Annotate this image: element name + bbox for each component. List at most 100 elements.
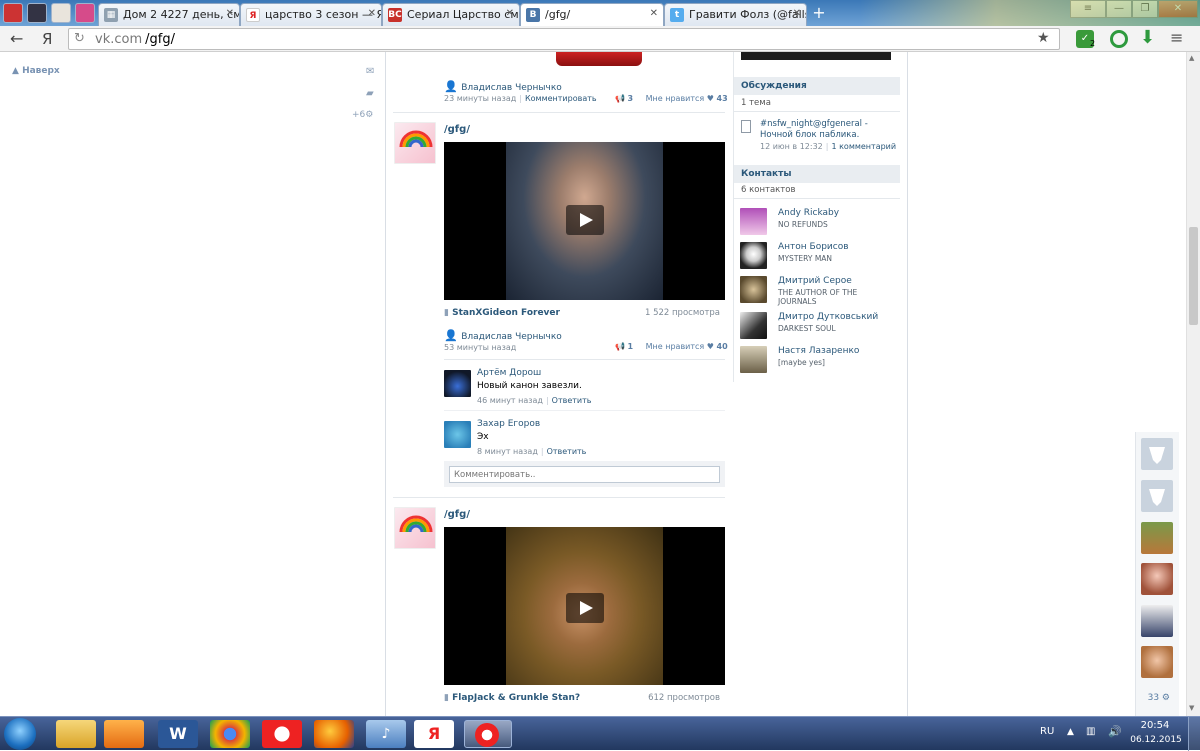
contact-item[interactable]: Дмитрий Серое THE AUTHOR OF THE JOURNALS xyxy=(740,276,900,310)
browser-tab-strip: ▦ Дом 2 4227 день, смо ✕ Я царство 3 сез… xyxy=(0,0,1200,26)
browser-menu-icon[interactable]: ≡ xyxy=(1170,29,1188,49)
yandex-browser-icon[interactable] xyxy=(262,720,302,748)
close-tab-icon[interactable]: ✕ xyxy=(368,8,376,19)
video-player[interactable] xyxy=(444,527,725,685)
scroll-down-icon[interactable]: ▼ xyxy=(1189,704,1194,712)
post-group-name[interactable]: /gfg/ xyxy=(444,124,470,135)
active-yandex-browser-icon[interactable] xyxy=(464,720,512,748)
contact-item[interactable]: Andy Rickaby NO REFUNDS xyxy=(740,208,900,236)
contact-item[interactable]: Настя Лазаренко [maybe yes] xyxy=(740,346,900,374)
quick-chat-count[interactable]: 33 ⚙ xyxy=(1140,693,1170,703)
video-title[interactable]: ▮ FlapJack & Grunkle Stan? xyxy=(444,693,580,703)
top-post-author[interactable]: 👤 Владислав Чернычко xyxy=(444,80,562,93)
messages-icon[interactable]: ✉ xyxy=(366,66,374,77)
reply-link[interactable]: Ответить xyxy=(552,396,592,405)
restore-icon[interactable]: ❐ xyxy=(1132,0,1158,18)
chrome-icon[interactable] xyxy=(210,720,250,748)
heart-icon[interactable]: ♥ xyxy=(707,342,714,351)
scroll-up-icon[interactable]: ▲ xyxy=(1189,54,1194,62)
tab-gfg-active[interactable]: B /gfg/ ✕ xyxy=(520,3,664,26)
network-icon[interactable]: ▥ xyxy=(1086,726,1095,737)
post-group-name[interactable]: /gfg/ xyxy=(444,509,470,520)
video-player[interactable] xyxy=(444,142,725,300)
close-tab-icon[interactable]: ✕ xyxy=(650,8,658,19)
discussions-count: 1 тема xyxy=(741,98,771,108)
like-label[interactable]: Мне нравится xyxy=(646,94,705,103)
back-to-top-link[interactable]: ▲ Наверх xyxy=(12,66,60,76)
quick-chat-dog-icon[interactable] xyxy=(1141,480,1173,512)
back-arrow-icon[interactable]: ← xyxy=(10,29,23,48)
tab-tsarstvo-yandex[interactable]: Я царство 3 сезон — Ян ✕ xyxy=(240,3,382,26)
comment-link[interactable]: Комментировать xyxy=(525,94,597,103)
tray-expand-icon[interactable]: ▲ xyxy=(1067,727,1074,737)
tab-dom2[interactable]: ▦ Дом 2 4227 день, смо ✕ xyxy=(98,3,240,26)
gear-icon: ⚙ xyxy=(1161,693,1170,703)
pinned-tab-1[interactable] xyxy=(3,3,23,23)
quick-chat-avatar[interactable] xyxy=(1141,605,1173,637)
group-avatar[interactable] xyxy=(394,507,436,549)
volume-icon[interactable]: 🔊 xyxy=(1108,725,1122,738)
menu-icon[interactable]: ≡ xyxy=(1070,0,1106,18)
language-indicator[interactable]: RU xyxy=(1040,726,1054,737)
address-field[interactable]: ↻ vk.com /gfg/ ★ xyxy=(68,28,1060,50)
repost-icon[interactable]: 📢 xyxy=(615,94,625,103)
yandex-logo-icon[interactable]: Я xyxy=(42,30,52,48)
new-tab-plus-icon[interactable]: + xyxy=(810,5,828,23)
start-button-icon[interactable] xyxy=(4,718,36,750)
discussions-header[interactable]: Обсуждения xyxy=(734,77,900,95)
tab-twitter[interactable]: t Гравити Фолз (@falls ✕ xyxy=(664,3,807,26)
show-desktop-button[interactable] xyxy=(1188,717,1200,751)
firefox-icon[interactable] xyxy=(314,720,354,748)
discussion-topic-link[interactable]: #nsfw_night@gfgeneral - Ночной блок пабл… xyxy=(760,119,895,141)
close-tab-icon[interactable]: ✕ xyxy=(506,8,514,19)
heart-icon[interactable]: ♥ xyxy=(707,94,714,103)
video-title[interactable]: ▮ StanXGideon Forever xyxy=(444,308,560,318)
comment-author[interactable]: Артём Дорош xyxy=(477,368,541,378)
chat-bubble-icon[interactable]: ▰ xyxy=(366,88,374,99)
quick-chat-avatar[interactable] xyxy=(1141,563,1173,595)
play-icon[interactable] xyxy=(566,593,604,623)
comment-meta: 46 минут назад | Ответить xyxy=(477,396,592,405)
repost-icon[interactable]: 📢 xyxy=(615,342,625,351)
close-tab-icon[interactable]: ✕ xyxy=(793,8,801,19)
image-fragment xyxy=(556,52,642,66)
reload-icon[interactable]: ↻ xyxy=(74,31,85,46)
contact-item[interactable]: Антон Борисов MYSTERY MAN xyxy=(740,242,900,270)
pinned-tab-3[interactable] xyxy=(51,3,71,23)
comment-author[interactable]: Захар Егоров xyxy=(477,419,540,429)
close-tab-icon[interactable]: ✕ xyxy=(226,8,234,19)
search-extension-icon[interactable] xyxy=(1110,30,1128,48)
settings-counter[interactable]: +6⚙ xyxy=(352,110,373,120)
word-icon[interactable]: W xyxy=(158,720,198,748)
comment-avatar[interactable] xyxy=(444,421,471,448)
clock-date[interactable]: 06.12.2015 xyxy=(1128,735,1184,745)
download-icon[interactable]: ⬇ xyxy=(1140,29,1158,49)
page-scrollbar[interactable]: ▲ ▼ xyxy=(1186,52,1200,716)
reply-link[interactable]: Ответить xyxy=(547,447,587,456)
discussion-comments-link[interactable]: 1 комментарий xyxy=(831,142,896,151)
comment-input[interactable] xyxy=(449,466,720,483)
yandex-search-icon[interactable]: Я xyxy=(414,720,454,748)
like-label[interactable]: Мне нравится xyxy=(646,342,705,351)
contacts-header[interactable]: Контакты xyxy=(734,165,900,183)
quick-chat-dog-icon[interactable] xyxy=(1141,438,1173,470)
clock-time[interactable]: 20:54 xyxy=(1130,720,1180,731)
sound-icon[interactable]: ♪ xyxy=(366,720,406,748)
bookmark-star-icon[interactable]: ★ xyxy=(1037,30,1050,46)
comment-avatar[interactable] xyxy=(444,370,471,397)
quick-chat-avatar[interactable] xyxy=(1141,646,1173,678)
scroll-thumb[interactable] xyxy=(1189,227,1198,325)
play-icon[interactable] xyxy=(566,205,604,235)
post1-author[interactable]: 👤 Владислав Чернычко xyxy=(444,329,562,342)
quick-chat-avatar[interactable] xyxy=(1141,522,1173,554)
group-avatar[interactable] xyxy=(394,122,436,164)
tab-tsarstvo-serial[interactable]: BC Сериал Царство смот ✕ xyxy=(382,3,520,26)
media-player-icon[interactable] xyxy=(104,720,144,748)
pinned-tab-2[interactable] xyxy=(27,3,47,23)
explorer-icon[interactable] xyxy=(56,720,96,748)
minimize-icon[interactable]: — xyxy=(1106,0,1132,18)
close-window-icon[interactable]: ✕ xyxy=(1158,0,1198,18)
film-icon: ▮ xyxy=(444,693,449,703)
pinned-tab-4[interactable] xyxy=(75,3,95,23)
contact-item[interactable]: Дмитро Дутковський DARKEST SOUL xyxy=(740,312,900,340)
